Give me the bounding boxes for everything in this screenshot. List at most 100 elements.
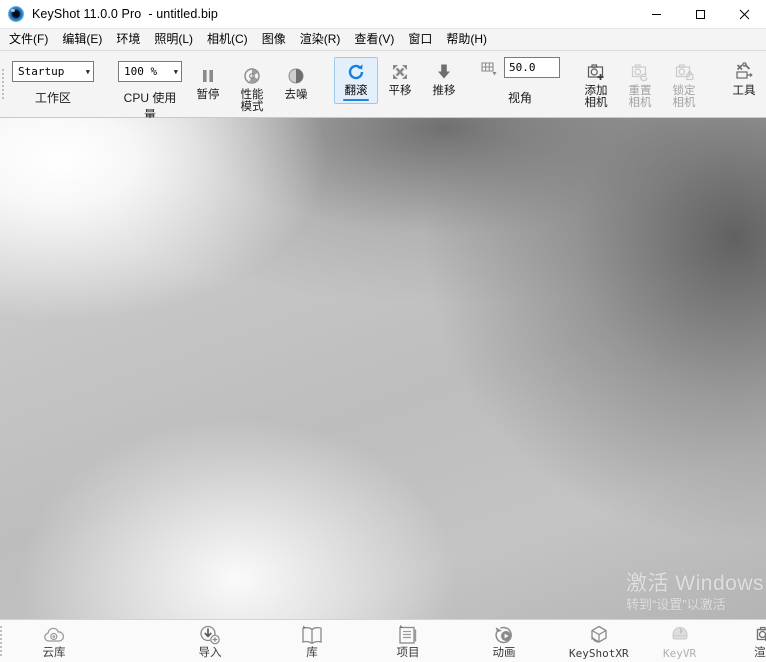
- bottom-toolbar-items: 云库 导入 库 项目 动画 KeyShotXR KeyVR 渲: [2, 620, 766, 662]
- rotate-icon: [346, 61, 366, 83]
- dolly-label: 推移: [432, 85, 456, 97]
- import-button[interactable]: 导入: [178, 620, 242, 661]
- grid-perspective-icon[interactable]: [480, 58, 498, 80]
- pan-button[interactable]: 平移: [378, 57, 422, 100]
- animation-button[interactable]: 动画: [472, 620, 536, 661]
- workspace-select-value: Startup: [18, 65, 65, 78]
- denoise-button[interactable]: 去噪: [274, 61, 318, 104]
- cloud-icon: [42, 623, 66, 647]
- title-bar: KeyShot 11.0.0 Pro - untitled.bip: [0, 0, 766, 29]
- chevron-down-icon: ▼: [85, 67, 90, 76]
- menu-help[interactable]: 帮助(H): [439, 30, 494, 49]
- lock-camera-label: 锁定 相机: [672, 85, 696, 109]
- book-icon: [299, 623, 325, 647]
- denoise-label: 去噪: [284, 89, 308, 101]
- menu-render[interactable]: 渲染(R): [293, 30, 348, 49]
- add-camera-label: 添加 相机: [584, 85, 608, 109]
- library-button[interactable]: 库: [280, 620, 344, 661]
- cpu-usage-wrap: 100 % ▼ CPU 使用量: [114, 55, 186, 123]
- chevron-down-icon: ▼: [173, 67, 178, 76]
- render-label: 渲染: [754, 647, 766, 659]
- tools-icon: [734, 61, 754, 83]
- menu-window[interactable]: 窗口: [401, 30, 439, 49]
- camera-reset-icon: [631, 61, 650, 83]
- tools-button[interactable]: 工具: [722, 57, 766, 100]
- tools-group: 工具 光管理器: [718, 51, 766, 117]
- render-camera-icon: [754, 623, 766, 647]
- pause-button[interactable]: 暂停: [186, 61, 230, 104]
- performance-mode-label: 性能 模式: [240, 89, 264, 113]
- perspective-group: 50.0 视角: [478, 51, 562, 117]
- keyshotxr-button[interactable]: KeyShotXR: [562, 620, 636, 661]
- menu-camera[interactable]: 相机(C): [200, 30, 255, 49]
- tools-label: 工具: [732, 85, 756, 97]
- cpu-usage-value: 100 %: [124, 65, 158, 78]
- pause-icon: [199, 65, 217, 87]
- camera-group: 添加 相机 重置 相机 锁定 相机: [570, 51, 710, 117]
- workspace-label: 工作区: [34, 91, 71, 105]
- menu-image[interactable]: 图像: [255, 30, 293, 49]
- import-label: 导入: [198, 647, 222, 659]
- lock-camera-button[interactable]: 锁定 相机: [662, 57, 706, 112]
- cloud-library-button[interactable]: 云库: [22, 620, 86, 661]
- import-icon: [198, 623, 222, 647]
- library-label: 库: [306, 647, 318, 659]
- window-title: KeyShot 11.0.0 Pro - untitled.bip: [32, 7, 218, 21]
- reset-camera-button[interactable]: 重置 相机: [618, 57, 662, 112]
- menu-lighting[interactable]: 照明(L): [147, 30, 200, 49]
- project-button[interactable]: 项目: [376, 620, 440, 661]
- render-button[interactable]: 渲染: [734, 620, 766, 661]
- watermark-line-2: 转到“设置”以激活: [625, 597, 726, 612]
- workspace-select[interactable]: Startup ▼: [12, 61, 94, 82]
- down-arrow-icon: [434, 61, 454, 83]
- keyshotxr-label: KeyShotXR: [569, 647, 629, 660]
- pause-label: 暂停: [196, 89, 220, 101]
- document-icon: [396, 623, 420, 647]
- tumble-button[interactable]: 翻滚: [334, 57, 378, 104]
- camera-lock-icon: [675, 61, 694, 83]
- navigation-group: 翻滚 平移 推移: [330, 51, 470, 117]
- close-button[interactable]: [722, 0, 766, 28]
- workspace-select-wrap: Startup ▼ 工作区: [8, 55, 98, 106]
- perspective-row: 50.0: [480, 57, 560, 82]
- cube-icon: [587, 623, 611, 647]
- minimize-button[interactable]: [634, 0, 678, 28]
- vr-headset-icon: [668, 623, 692, 647]
- dolly-button[interactable]: 推移: [422, 57, 466, 100]
- keyshot-logo-icon: [8, 6, 24, 22]
- menu-file[interactable]: 文件(F): [2, 30, 55, 49]
- menu-edit[interactable]: 编辑(E): [55, 30, 109, 49]
- project-label: 项目: [396, 647, 420, 659]
- pan-label: 平移: [388, 85, 412, 97]
- half-sphere-icon: [287, 65, 305, 87]
- animation-label: 动画: [492, 647, 516, 659]
- tumble-active-indicator: [343, 99, 369, 101]
- maximize-button[interactable]: [678, 0, 722, 28]
- render-viewport[interactable]: 激活 Windows 转到“设置”以激活: [0, 118, 766, 619]
- keyvr-label: KeyVR: [663, 647, 697, 660]
- keyvr-button[interactable]: KeyVR: [648, 620, 712, 661]
- perspective-input[interactable]: 50.0: [504, 57, 560, 78]
- windows-activation-watermark: 激活 Windows 转到“设置”以激活: [626, 572, 764, 613]
- watermark-line-1: 激活 Windows: [625, 572, 764, 595]
- menu-environment[interactable]: 环境: [109, 30, 147, 49]
- add-camera-button[interactable]: 添加 相机: [574, 57, 618, 112]
- cloud-library-label: 云库: [42, 647, 66, 659]
- tumble-label: 翻滚: [344, 85, 368, 97]
- menu-view[interactable]: 查看(V): [347, 30, 401, 49]
- camera-plus-icon: [587, 61, 606, 83]
- menu-bar: 文件(F) 编辑(E) 环境 照明(L) 相机(C) 图像 渲染(R) 查看(V…: [0, 29, 766, 51]
- performance-mode-button[interactable]: 性能 模式: [230, 61, 274, 116]
- play-circle-icon: [492, 623, 516, 647]
- bottom-toolbar: 云库 导入 库 项目 动画 KeyShotXR KeyVR 渲: [0, 619, 766, 662]
- main-toolbar: Startup ▼ 工作区 100 % ▼ CPU 使用量 暂停 性能 模式 去…: [0, 51, 766, 122]
- keyshot-window: KeyShot 11.0.0 Pro - untitled.bip 文件(F) …: [0, 0, 766, 662]
- performance-group: 100 % ▼ CPU 使用量 暂停 性能 模式 去噪: [110, 51, 322, 122]
- perspective-label: 视角: [507, 91, 532, 105]
- window-controls: [634, 0, 766, 28]
- reset-camera-label: 重置 相机: [628, 85, 652, 109]
- aperture-icon: [243, 65, 261, 87]
- workspace-group: Startup ▼ 工作区: [4, 51, 102, 117]
- move-arrows-icon: [390, 61, 410, 83]
- cpu-usage-select[interactable]: 100 % ▼: [118, 61, 182, 82]
